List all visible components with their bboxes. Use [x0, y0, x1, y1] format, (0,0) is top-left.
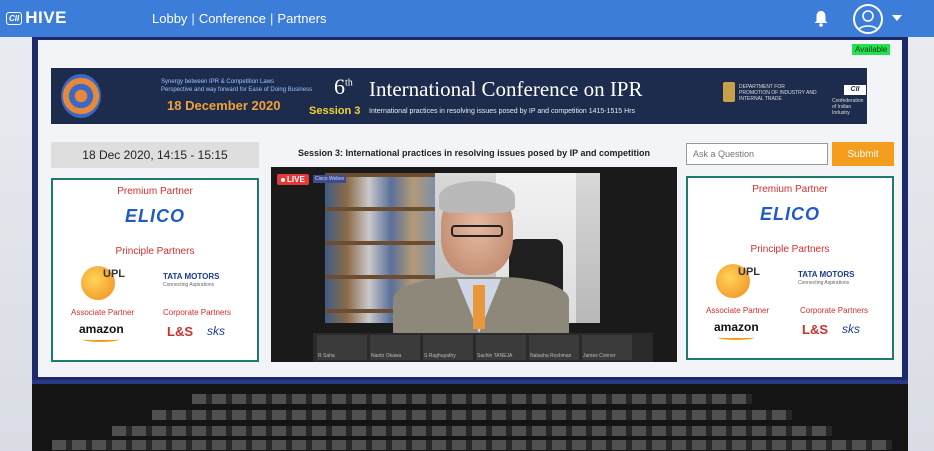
banner-title: International Conference on IPR — [369, 77, 643, 101]
hive-logo-text: HIVE — [25, 8, 67, 27]
tata-motors-tagline: Connecting Aspirations — [798, 280, 850, 286]
speaker-tie — [473, 285, 485, 329]
live-video-player[interactable]: R Saha Naoto Okawa S Raghupathy Sachin T… — [271, 167, 677, 362]
cii-subtitle: Confederation of Indian Industry — [832, 98, 864, 116]
cii-badge: CII — [6, 11, 23, 25]
tata-motors-logo[interactable]: TATA MOTORS — [163, 272, 219, 281]
amazon-smile-icon — [718, 335, 754, 340]
banner-session: Session 3 — [309, 105, 361, 117]
sks-logo[interactable]: sks — [842, 322, 860, 336]
fingerprint-icon — [61, 74, 101, 118]
tata-motors-logo[interactable]: TATA MOTORS — [798, 270, 854, 279]
banner-edition: 6th — [334, 74, 353, 100]
seat-row — [52, 440, 892, 450]
seat-row — [112, 426, 832, 436]
associate-partner-heading: Associate Partner — [71, 308, 135, 317]
partners-panel-right: Premium Partner ELICO Principle Partners… — [686, 176, 894, 360]
premium-partner-heading: Premium Partner — [752, 184, 828, 195]
participant-thumbnail[interactable]: R Saha — [317, 335, 367, 360]
elico-logo[interactable]: ELICO — [53, 206, 257, 227]
amazon-smile-icon — [83, 337, 119, 342]
tata-motors-tagline: Connecting Aspirations — [163, 282, 215, 288]
submit-question-button[interactable]: Submit — [832, 142, 894, 166]
audience-seating — [32, 384, 908, 451]
upl-logo-text: UPL — [738, 266, 760, 278]
lt-logo[interactable]: L&S — [167, 324, 193, 339]
amazon-logo[interactable]: amazon — [714, 320, 759, 334]
hive-logo[interactable]: CII HIVE — [6, 8, 67, 28]
seat-row — [152, 410, 792, 420]
participant-thumbnail[interactable]: S Raghupathy — [423, 335, 473, 360]
dpiit-line-3: INTERNAL TRADE — [739, 96, 782, 102]
banner-tagline-1: Synergy between IPR & Competition Laws — [161, 79, 275, 85]
banner-date: 18 December 2020 — [167, 98, 281, 113]
live-badge: LIVE — [277, 174, 309, 185]
principle-partners-heading: Principle Partners — [115, 246, 195, 257]
speaker-glasses — [451, 225, 503, 237]
nav-lobby[interactable]: Lobby — [152, 11, 187, 26]
nav-separator: | — [270, 11, 274, 26]
edition-number: 6 — [334, 74, 345, 99]
premium-partner-heading: Premium Partner — [117, 186, 193, 197]
conference-banner: Synergy between IPR & Competition Laws P… — [51, 68, 867, 124]
amazon-logo[interactable]: amazon — [79, 322, 124, 336]
nav-conference[interactable]: Conference — [199, 11, 266, 26]
india-emblem-icon — [723, 82, 735, 102]
participant-thumbnail[interactable]: Naoto Okawa — [370, 335, 420, 360]
session-title: Session 3: International practices in re… — [298, 148, 650, 158]
dpiit-label: DEPARTMENT FOR PROMOTION OF INDUSTRY AND… — [739, 84, 817, 102]
participant-thumbnail[interactable]: Natasha Roshman — [529, 335, 579, 360]
participant-thumbnail[interactable]: Sachin TANEJA — [476, 335, 526, 360]
banner-subtitle: International practices in resolving iss… — [369, 108, 636, 115]
nav-separator: | — [191, 11, 195, 26]
upl-logo-text: UPL — [103, 268, 125, 280]
user-avatar-icon[interactable] — [853, 4, 883, 34]
lt-logo[interactable]: L&S — [802, 322, 828, 337]
cii-logo: CII — [844, 85, 866, 95]
nav-partners[interactable]: Partners — [277, 11, 326, 26]
seat-row — [192, 394, 752, 404]
associate-partner-heading: Associate Partner — [706, 306, 770, 315]
principle-partners-heading: Principle Partners — [750, 244, 830, 255]
sks-logo[interactable]: sks — [207, 324, 225, 338]
elico-logo[interactable]: ELICO — [688, 204, 892, 225]
ask-question-input[interactable] — [686, 143, 828, 165]
chevron-down-icon[interactable] — [892, 15, 902, 21]
breadcrumb: Lobby | Conference | Partners — [152, 11, 327, 26]
bell-icon[interactable] — [813, 10, 829, 27]
availability-badge: Available — [852, 44, 891, 55]
edition-suffix: th — [345, 77, 353, 89]
live-label: LIVE — [287, 175, 305, 184]
partners-panel-left: Premium Partner ELICO Principle Partners… — [51, 178, 259, 362]
session-datetime: 18 Dec 2020, 14:15 - 15:15 — [51, 142, 259, 168]
corporate-partners-heading: Corporate Partners — [800, 306, 869, 315]
speaker-hair — [439, 181, 515, 213]
participant-thumbnail[interactable]: James Conner — [582, 335, 632, 360]
corporate-partners-heading: Corporate Partners — [163, 308, 232, 317]
live-dot-icon — [281, 177, 285, 182]
top-navigation-bar: CII HIVE Lobby | Conference | Partners — [0, 0, 934, 37]
banner-tagline-2: Perspective and way forward for Ease of … — [161, 87, 313, 93]
participant-strip: R Saha Naoto Okawa S Raghupathy Sachin T… — [313, 333, 653, 362]
webex-label: Cisco Webex — [313, 175, 347, 183]
